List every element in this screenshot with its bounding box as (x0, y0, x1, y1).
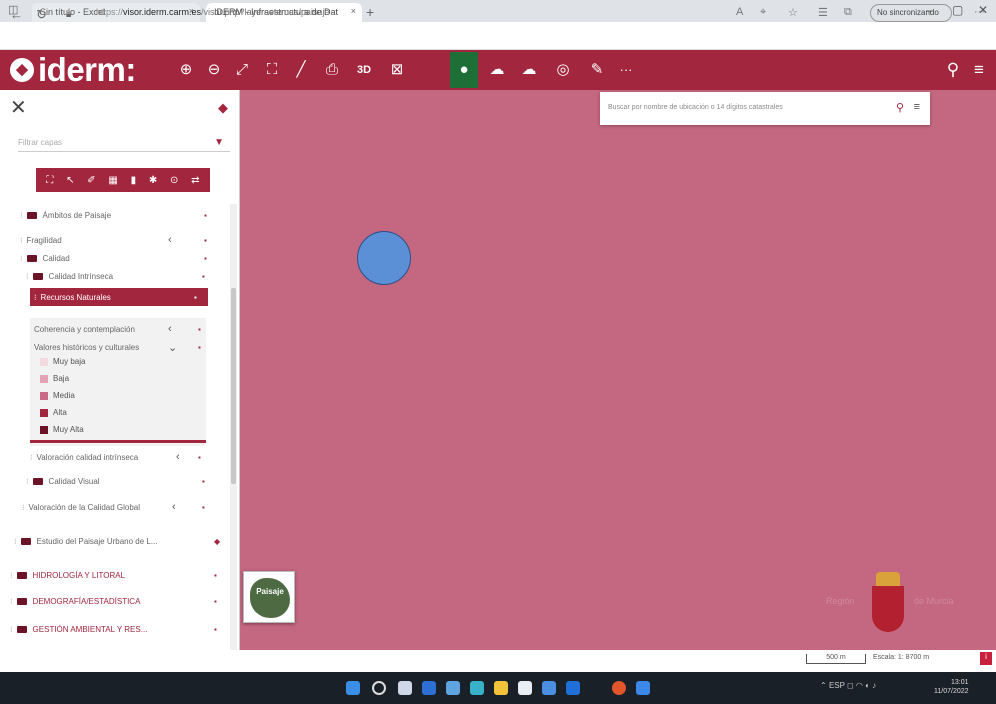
collections-icon[interactable]: ⧉ (844, 6, 852, 19)
scale-bar: 500 m (806, 654, 866, 664)
region-crest-icon (868, 572, 908, 634)
list-icon[interactable]: ≡ (914, 101, 920, 113)
close-tab-icon[interactable]: × (351, 6, 356, 16)
layers-logo-icon[interactable]: ◆ (10, 58, 34, 82)
cloud-download-icon[interactable]: ☁ (483, 52, 511, 88)
url-field[interactable]: https://visor.iderm.carm.es/visor.php?la… (96, 7, 329, 17)
basemap-thumbnail[interactable]: Paisaje (243, 571, 295, 623)
scale-selector[interactable]: Escala: 1: 8700 m (873, 654, 929, 661)
legend-item: Baja (40, 374, 69, 383)
crest-text-right: de Murcia (914, 596, 954, 606)
crest-text-left: Región (826, 596, 855, 606)
store-icon[interactable] (518, 681, 532, 695)
full-extent-icon[interactable]: ⤢ (228, 52, 256, 88)
settings-more-icon[interactable]: ··· (974, 6, 985, 18)
address-bar (0, 22, 996, 50)
task-view-icon[interactable] (398, 681, 412, 695)
info-icon[interactable]: i (980, 652, 992, 665)
pointer-icon[interactable]: ↖ (66, 175, 74, 186)
edge-icon[interactable] (470, 681, 484, 695)
legend-swatch (40, 357, 48, 366)
tree-group[interactable]: ⁝ DEMOGRAFÍA/ESTADÍSTICA ▪ (10, 592, 226, 610)
tree-item[interactable]: ⁝ Valoración calidad intrínseca ‹ ▪ (30, 448, 210, 466)
explorer-icon[interactable] (494, 681, 508, 695)
zoom-in-icon[interactable]: ⊕ (172, 52, 200, 88)
tree-item[interactable]: ⁝ Fragilidad ‹ ▪ (20, 231, 220, 249)
app-icon[interactable] (612, 681, 626, 695)
profile-button[interactable]: No sincronizando (870, 4, 952, 22)
select-area-icon[interactable]: ⛶ (46, 175, 53, 186)
tree-item[interactable]: ⁝ Valoración de la Calidad Global ‹ ▪ (22, 498, 218, 516)
tree-group[interactable]: ⁝ HIDROLOGÍA Y LITORAL ▪ (10, 566, 226, 584)
tree-item[interactable]: ⁝ Calidad Intrínseca ▪ (26, 267, 216, 285)
legend-item: Alta (40, 408, 67, 417)
location-search-input[interactable]: Buscar por nombre de ubicación o 14 dígi… (600, 92, 930, 125)
windows-start-icon[interactable] (346, 681, 360, 695)
clock[interactable]: 13:01 11/07/2022 (934, 678, 969, 696)
layer-tools-bar: ⛶ ↖ ✐ ▦ ▮ ✱ ⊙ ⇄ (36, 168, 210, 192)
map-canvas[interactable] (240, 90, 996, 650)
tree-item[interactable]: ⁝ Calidad Visual ▪ (26, 472, 216, 490)
refresh-icon[interactable]: ↻ (36, 7, 47, 23)
chat-icon[interactable] (446, 681, 460, 695)
print-icon[interactable]: ⎙ (318, 52, 346, 88)
menu-icon[interactable]: ≡ (966, 52, 992, 88)
lock-icon[interactable]: 🔒︎ (66, 9, 71, 20)
favorites-list-icon[interactable]: ☰ (818, 6, 828, 19)
legend-swatch (40, 408, 48, 417)
legend-item: Media (40, 391, 75, 400)
new-tab-button[interactable]: + (366, 4, 374, 20)
mail-icon[interactable] (542, 681, 556, 695)
layer-settings-icon[interactable]: ✱ (149, 175, 157, 186)
extension-icon[interactable]: ⌖ (760, 6, 766, 19)
cloud-upload-icon[interactable]: ☁ (515, 52, 543, 88)
close-icon[interactable]: ✕ (10, 95, 27, 120)
legend-swatch (40, 425, 48, 434)
brush-icon[interactable]: ✐ (87, 175, 95, 186)
tree-group[interactable]: ⁝ GESTIÓN AMBIENTAL Y RES... ▪ (10, 620, 226, 638)
read-aloud-icon[interactable]: A (736, 6, 743, 18)
tree-item[interactable]: ⁝ Calidad ▪ (20, 249, 220, 267)
iderm-logo: iderm: (38, 51, 136, 88)
search-taskbar-icon[interactable] (372, 681, 386, 695)
delete-icon[interactable]: ▮ (131, 175, 137, 186)
location-pin-icon[interactable]: ● (450, 52, 478, 88)
layer-filter-input[interactable]: Filtrar capas ▼ (18, 137, 230, 152)
system-tray[interactable]: ⌃ ESP ◻ ◠ ◐ ♪ (820, 681, 876, 690)
back-icon[interactable]: ← (10, 7, 23, 22)
legend-swatch (40, 374, 48, 383)
target-icon[interactable]: ⊙ (170, 175, 178, 186)
compass-icon[interactable]: ◎ (549, 52, 577, 88)
tree-item-selected[interactable]: ⁝ Recursos Naturales ▪ (30, 288, 208, 306)
word-icon[interactable] (566, 681, 580, 695)
legend-item: Muy baja (40, 357, 85, 366)
filter-icon[interactable]: ▼ (214, 137, 224, 148)
tree-item[interactable]: Coherencia y contemplación ‹ ▪ (34, 320, 204, 338)
export-icon[interactable]: ⊠ (383, 52, 411, 88)
map-marker-circle[interactable] (357, 231, 411, 285)
outlook-icon[interactable] (636, 681, 650, 695)
fullscreen-icon[interactable]: ⛶ (258, 52, 286, 88)
draw-line-icon[interactable]: ╱ (287, 52, 315, 88)
maximize-icon[interactable]: ▢ (952, 3, 963, 17)
basemap-label: Paisaje (250, 578, 290, 618)
more-tools-button[interactable]: ··· (612, 52, 640, 88)
tree-item[interactable]: Valores históricos y culturales ⌄ ▪ (34, 338, 204, 356)
widgets-icon[interactable] (422, 681, 436, 695)
zoom-out-icon[interactable]: ⊖ (200, 52, 228, 88)
layers-icon[interactable]: ◆ (218, 100, 228, 116)
opacity-slider[interactable] (30, 440, 206, 443)
swap-icon[interactable]: ⇄ (191, 175, 199, 186)
favorite-icon[interactable]: ☆ (788, 6, 798, 19)
search-icon[interactable]: ⚲ (896, 101, 904, 114)
search-icon[interactable]: ⚲ (940, 52, 966, 88)
table-icon[interactable]: ▦ (108, 175, 117, 186)
tree-item[interactable]: ⁝ Ámbitos de Paisaje ▪ (20, 206, 220, 224)
sidebar-scroll-thumb[interactable] (231, 288, 236, 484)
view-3d-button[interactable]: 3D (350, 52, 378, 88)
edit-icon[interactable]: ✎ (583, 52, 611, 88)
legend-swatch (40, 391, 48, 400)
tree-item[interactable]: ⁝ Estudio del Paisaje Urbano de L... ◆ (14, 532, 226, 550)
legend-item: Muy Alta (40, 425, 84, 434)
